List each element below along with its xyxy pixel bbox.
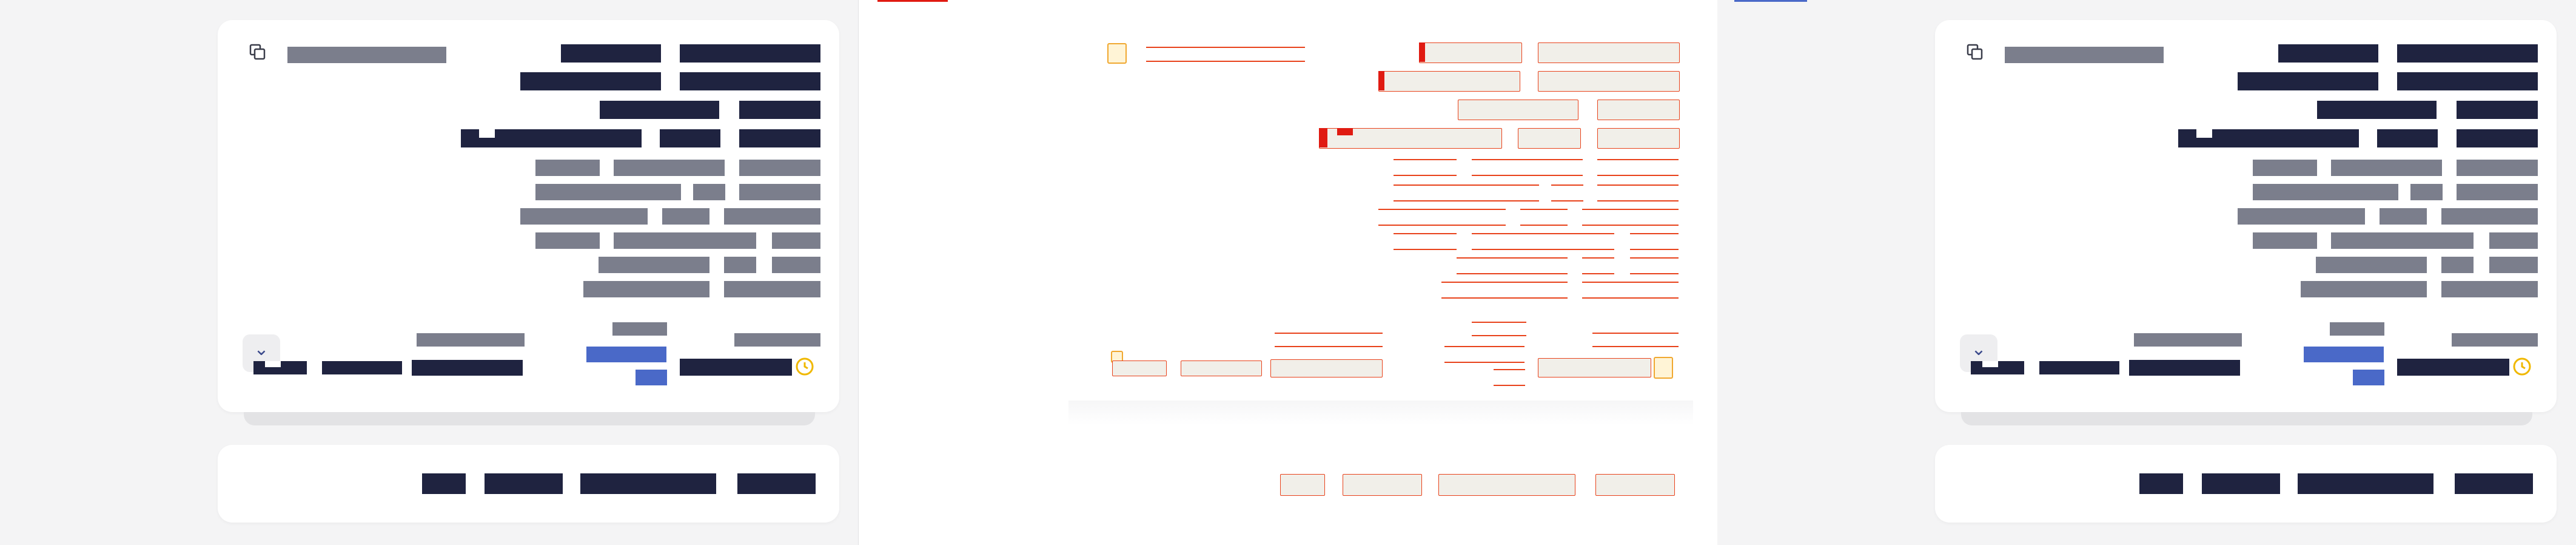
header-value-2 — [680, 44, 820, 63]
header-value-6 — [739, 101, 820, 119]
header-value-3 — [520, 72, 661, 90]
summary-value-3 — [580, 473, 716, 494]
detail-value-2a — [2410, 184, 2443, 200]
footer-value-2 — [322, 361, 402, 374]
footer-label-3 — [734, 333, 820, 347]
detail-value-5b — [772, 257, 820, 273]
detail-value-4a — [614, 232, 756, 249]
clock-icon — [1654, 357, 1673, 379]
detail-label-1 — [535, 160, 600, 176]
summary-value-1 — [422, 473, 466, 494]
detail-value-4b — [772, 232, 820, 249]
detail-label-2 — [535, 184, 681, 200]
clock-icon — [2512, 356, 2532, 377]
header-value-5 — [600, 101, 719, 119]
footer-value-4 — [2397, 359, 2509, 376]
header-value-3 — [2238, 72, 2378, 90]
detail-value-3a — [2380, 208, 2427, 225]
copy-icon[interactable] — [1107, 43, 1127, 64]
detail-label-5 — [2316, 257, 2427, 273]
footer-label-2 — [612, 322, 667, 336]
header-value-2 — [2397, 44, 2538, 63]
footer-value-4 — [680, 359, 792, 376]
header-value-8 — [2377, 129, 2438, 147]
header-value-1 — [2278, 44, 2378, 63]
detail-label-4 — [2253, 232, 2317, 249]
summary-card — [218, 445, 839, 523]
detail-value-5a — [2441, 257, 2474, 273]
detail-value-3b — [724, 208, 820, 225]
chevron-down-icon: ⌄ — [253, 339, 269, 359]
copy-icon[interactable] — [1965, 42, 1985, 63]
panel-left: ⌄ — [0, 0, 859, 545]
footer-label-1 — [2134, 333, 2242, 347]
detail-label-3 — [520, 208, 648, 225]
card-title-redacted — [287, 47, 446, 63]
header-value-9 — [739, 129, 820, 147]
footer-value-2 — [2039, 361, 2119, 374]
summary-value-1 — [2139, 473, 2183, 494]
summary-value-4 — [2455, 473, 2533, 494]
detail-value-3b — [2441, 208, 2538, 225]
detail-label-1 — [2253, 160, 2317, 176]
detail-value-5b — [2489, 257, 2538, 273]
detail-label-2 — [2253, 184, 2398, 200]
footer-link-1[interactable] — [2304, 347, 2384, 362]
copy-icon[interactable] — [247, 42, 268, 63]
detail-value-6 — [2441, 281, 2538, 297]
footer-value-3 — [2129, 360, 2240, 376]
header-value-6 — [2457, 101, 2538, 119]
footer-label-2 — [2330, 322, 2384, 336]
footer-label-1 — [417, 333, 525, 347]
detail-value-6 — [724, 281, 820, 297]
summary-value-4 — [737, 473, 816, 494]
detail-value-1b — [2457, 160, 2538, 176]
footer-label-3 — [2452, 333, 2538, 347]
detail-value-5a — [724, 257, 756, 273]
header-value-9 — [2457, 129, 2538, 147]
footer-link-2[interactable] — [636, 370, 667, 385]
card-title-redacted — [2005, 47, 2164, 63]
detail-label-3 — [2238, 208, 2365, 225]
trade-card: ⌄ — [218, 20, 839, 412]
header-value-1 — [561, 44, 661, 63]
panel-middle — [859, 0, 1717, 545]
header-value-4 — [680, 72, 820, 90]
detail-label-4 — [535, 232, 600, 249]
summary-value-3 — [2298, 473, 2433, 494]
header-value-5 — [2317, 101, 2437, 119]
detail-value-1a — [614, 160, 725, 176]
detail-value-2b — [2457, 184, 2538, 200]
summary-value-2 — [2202, 473, 2280, 494]
footer-value-3 — [412, 360, 523, 376]
detail-value-4b — [2489, 232, 2538, 249]
detail-label-5 — [599, 257, 709, 273]
summary-card — [1935, 445, 2557, 523]
detail-value-2b — [739, 184, 820, 200]
chevron-down-icon: ⌄ — [1971, 339, 1987, 359]
summary-value-2 — [485, 473, 563, 494]
detail-value-4a — [2331, 232, 2474, 249]
trade-card: ⌄ — [1935, 20, 2557, 412]
detail-label-6 — [583, 281, 709, 297]
detail-value-3a — [662, 208, 709, 225]
header-value-4 — [2397, 72, 2538, 90]
detail-label-6 — [2301, 281, 2427, 297]
panel-right: ⌄ — [1717, 0, 2576, 545]
header-value-8 — [660, 129, 720, 147]
detail-value-2a — [693, 184, 725, 200]
detail-value-1b — [739, 160, 820, 176]
detail-value-1a — [2331, 160, 2442, 176]
footer-link-1[interactable] — [586, 347, 666, 362]
clock-icon — [794, 356, 815, 377]
footer-link-2[interactable] — [2353, 370, 2384, 385]
